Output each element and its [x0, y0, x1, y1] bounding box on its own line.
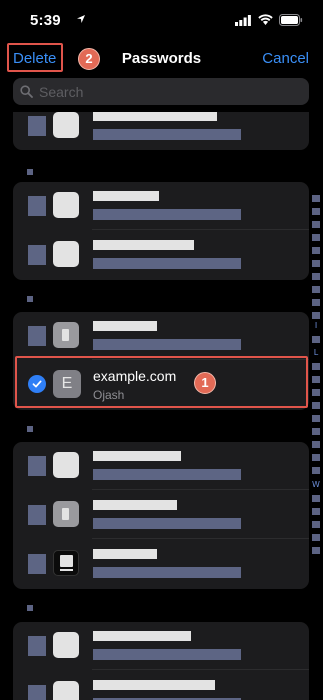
redacted-username	[93, 129, 241, 140]
site-icon	[53, 501, 79, 527]
status-bar: 5:39	[0, 0, 323, 40]
redacted-site	[93, 321, 157, 331]
password-row[interactable]	[13, 182, 309, 230]
password-row[interactable]	[13, 112, 309, 150]
index-entry[interactable]	[312, 508, 320, 515]
section-header	[27, 426, 33, 432]
site-icon	[53, 241, 79, 267]
password-row[interactable]	[13, 491, 309, 539]
row-separator	[92, 538, 309, 539]
search-input[interactable]: Search	[13, 78, 309, 105]
index-entry[interactable]	[312, 247, 320, 254]
battery-icon	[279, 14, 303, 26]
section-header	[27, 296, 33, 302]
password-row[interactable]	[13, 442, 309, 490]
redacted-site	[93, 500, 177, 510]
site-icon	[53, 112, 79, 138]
redacted-site	[93, 549, 157, 559]
step-marker-2: 2	[78, 48, 100, 70]
index-entry[interactable]	[312, 441, 320, 448]
index-entry[interactable]	[312, 521, 320, 528]
password-row[interactable]	[13, 671, 309, 700]
redacted-username	[93, 518, 241, 529]
selection-circle[interactable]	[28, 554, 46, 574]
redacted-username	[93, 258, 241, 269]
selection-circle[interactable]	[28, 116, 46, 136]
section-index[interactable]: I L W	[312, 195, 322, 700]
index-entry[interactable]	[312, 336, 320, 343]
nav-bar: Delete Passwords Cancel	[0, 40, 323, 76]
redacted-site	[93, 112, 217, 121]
index-entry[interactable]	[312, 495, 320, 502]
redacted-site	[93, 191, 159, 201]
index-entry[interactable]	[312, 299, 320, 306]
password-group	[13, 182, 309, 280]
index-entry[interactable]	[312, 376, 320, 383]
site-icon	[53, 681, 79, 700]
selection-circle[interactable]	[28, 685, 46, 700]
redacted-site	[93, 631, 191, 641]
site-icon	[53, 550, 79, 576]
index-entry[interactable]	[312, 312, 320, 319]
password-group	[13, 442, 309, 589]
location-arrow-icon	[77, 15, 85, 23]
selection-circle[interactable]	[28, 245, 46, 265]
selection-circle[interactable]	[28, 326, 46, 346]
redacted-site	[93, 680, 215, 690]
password-row[interactable]	[13, 540, 309, 588]
index-entry[interactable]	[312, 389, 320, 396]
selected-row-highlight	[15, 356, 308, 408]
index-entry[interactable]	[312, 260, 320, 267]
index-entry[interactable]	[312, 547, 320, 554]
redacted-username	[93, 209, 241, 220]
index-entry[interactable]	[312, 428, 320, 435]
site-icon	[53, 192, 79, 218]
index-entry[interactable]	[312, 402, 320, 409]
row-separator	[92, 229, 309, 230]
index-entry[interactable]	[312, 286, 320, 293]
selection-circle[interactable]	[28, 196, 46, 216]
password-row[interactable]	[13, 622, 309, 670]
search-icon	[20, 85, 33, 98]
index-entry[interactable]	[312, 454, 320, 461]
redacted-username	[93, 567, 241, 578]
redacted-site	[93, 451, 181, 461]
redacted-username	[93, 649, 241, 660]
password-row[interactable]	[13, 231, 309, 279]
site-icon	[53, 632, 79, 658]
site-icon	[53, 452, 79, 478]
wifi-icon	[258, 14, 273, 25]
redacted-username	[93, 339, 241, 350]
index-entry[interactable]	[312, 234, 320, 241]
selection-circle[interactable]	[28, 456, 46, 476]
redacted-username	[93, 469, 241, 480]
index-entry[interactable]	[312, 467, 320, 474]
index-entry[interactable]	[312, 221, 320, 228]
index-entry[interactable]	[312, 208, 320, 215]
index-entry[interactable]	[312, 534, 320, 541]
index-entry[interactable]	[312, 195, 320, 202]
search-placeholder: Search	[39, 84, 84, 100]
password-row[interactable]	[13, 312, 309, 360]
status-time: 5:39	[30, 12, 61, 29]
site-icon	[53, 322, 79, 348]
row-separator	[92, 489, 309, 490]
step-marker-1: 1	[194, 372, 216, 394]
section-header	[27, 169, 33, 175]
cellular-signal-icon	[235, 15, 251, 26]
row-separator	[92, 669, 309, 670]
index-letter-i[interactable]: I	[312, 321, 320, 330]
index-entry[interactable]	[312, 363, 320, 370]
index-letter-l[interactable]: L	[312, 348, 320, 357]
password-group	[13, 112, 309, 150]
password-group	[13, 622, 309, 700]
index-entry[interactable]	[312, 415, 320, 422]
selection-circle[interactable]	[28, 636, 46, 656]
cancel-button[interactable]: Cancel	[262, 50, 309, 67]
section-header	[27, 605, 33, 611]
index-entry[interactable]	[312, 273, 320, 280]
selection-circle[interactable]	[28, 505, 46, 525]
redacted-site	[93, 240, 194, 250]
index-letter-w[interactable]: W	[312, 480, 320, 489]
